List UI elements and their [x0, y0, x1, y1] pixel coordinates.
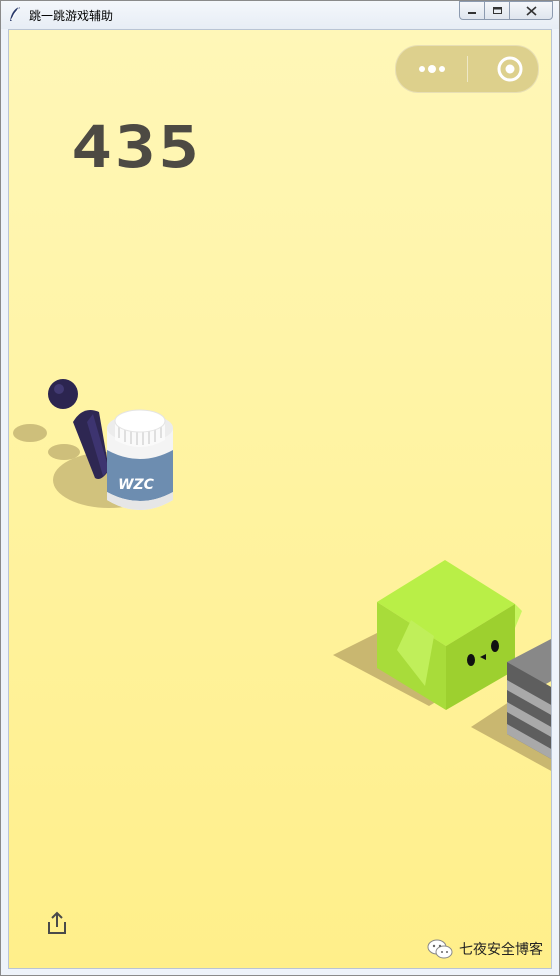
bottle-label: WZC	[118, 477, 155, 493]
share-button[interactable]	[45, 910, 69, 936]
wechat-icon	[427, 939, 453, 959]
score-display: 435	[71, 113, 202, 181]
more-dots-icon	[419, 65, 445, 73]
capsule-divider	[467, 56, 468, 82]
watermark: 七夜安全博客	[427, 938, 543, 960]
minimize-button[interactable]	[459, 1, 485, 20]
maximize-button[interactable]	[484, 1, 510, 20]
title-bar[interactable]: 跳一跳游戏辅助	[1, 1, 559, 29]
window-title: 跳一跳游戏辅助	[29, 9, 114, 23]
watermark-text: 七夜安全博客	[459, 942, 543, 958]
exit-button[interactable]	[476, 52, 532, 86]
piece-shadow	[13, 424, 47, 442]
feather-icon	[10, 6, 20, 21]
piece-body-shadow	[48, 444, 80, 460]
target-circle-icon	[497, 56, 523, 82]
restore-icon	[492, 7, 502, 14]
close-button[interactable]	[509, 1, 553, 20]
menu-capsule	[395, 45, 539, 93]
more-button[interactable]	[404, 52, 460, 86]
minimize-icon	[468, 11, 476, 14]
close-icon	[525, 5, 537, 16]
app-window: 跳一跳游戏辅助 WZC 435 七夜安全博客	[0, 0, 560, 976]
bottle: WZC	[107, 409, 173, 510]
game-canvas[interactable]: WZC 435 七夜安全博客	[8, 29, 552, 969]
share-icon	[48, 911, 66, 934]
